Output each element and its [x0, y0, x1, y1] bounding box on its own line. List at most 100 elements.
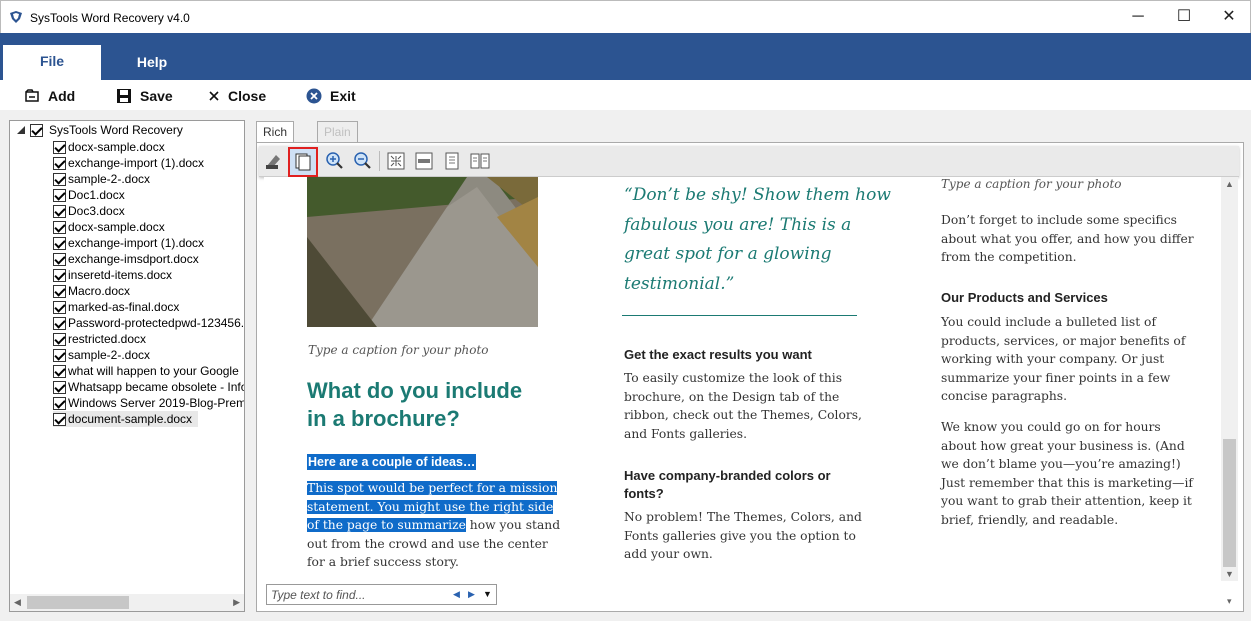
scroll-up-icon[interactable]: ▲ — [1225, 179, 1234, 189]
add-file-icon — [25, 89, 39, 102]
results-line2: brochure, on the Design tab of the — [624, 389, 840, 404]
ideas-heading: Here are a couple of ideas… — [307, 454, 477, 470]
page-view-icon — [295, 153, 311, 171]
tree-item-checkbox[interactable] — [53, 348, 66, 362]
tree-item[interactable]: Password-protectedpwd-123456.docx — [53, 315, 244, 331]
menu-bar: File Help — [0, 33, 1251, 80]
tree-item[interactable]: exchange-imsdport.docx — [53, 251, 199, 267]
tree-item-checkbox[interactable] — [53, 316, 66, 330]
tree-item-label: exchange-import (1).docx — [68, 156, 205, 170]
document-vertical-scrollbar[interactable]: ▲ ▼ — [1221, 177, 1238, 581]
tree-item-checkbox[interactable] — [53, 188, 66, 202]
minimize-button[interactable]: ─ — [1115, 1, 1161, 33]
tree-item-checkbox[interactable] — [53, 204, 66, 218]
quote-divider — [622, 315, 857, 316]
tree-item-checkbox[interactable] — [53, 156, 66, 170]
scroll-right-icon[interactable]: ▶ — [233, 597, 240, 608]
tree-item-checkbox[interactable] — [53, 236, 66, 250]
close-button[interactable]: Close — [208, 87, 266, 105]
tree-item[interactable]: inseretd-items.docx — [53, 267, 172, 283]
specifics-line2: about what you offer, and how you differ — [941, 231, 1194, 246]
tree-scroll-thumb[interactable] — [27, 596, 129, 609]
zoom-out-icon[interactable] — [353, 151, 373, 171]
scroll-down-icon[interactable]: ▼ — [1225, 569, 1234, 579]
close-window-button[interactable]: ✕ — [1206, 1, 1251, 33]
mission-paragraph: This spot would be perfect for a mission… — [307, 479, 560, 572]
quote-line3: great spot for a glowing — [624, 244, 832, 264]
tree-item-checkbox[interactable] — [53, 252, 66, 266]
tree-item-checkbox[interactable] — [53, 364, 66, 378]
tab-help[interactable]: Help — [102, 47, 202, 80]
tree-item[interactable]: Whatsapp became obsolete - Info — [53, 379, 244, 395]
tree-item-checkbox[interactable] — [53, 172, 66, 186]
tree-item-label: what will happen to your Google — [68, 364, 239, 378]
scroll-left-icon[interactable]: ◀ — [14, 597, 21, 608]
tree-item[interactable]: docx-sample.docx — [53, 139, 165, 155]
tree-item-label: document-sample.docx — [68, 412, 193, 426]
expand-icon[interactable]: ▾ — [1227, 596, 1232, 607]
products-line1: You could include a bulleted list of — [941, 315, 1157, 329]
tree-item[interactable]: sample-2-.docx — [53, 171, 150, 187]
great-line6: brief, friendly, and readable. — [941, 512, 1119, 527]
fit-page-icon[interactable] — [386, 151, 406, 171]
find-options-icon[interactable]: ▼ — [483, 589, 492, 599]
maximize-button[interactable]: ☐ — [1161, 1, 1207, 33]
tree-item-checkbox[interactable] — [53, 300, 66, 314]
single-page-button[interactable] — [288, 147, 318, 177]
document-scroll-thumb[interactable] — [1223, 439, 1236, 567]
tree-horizontal-scrollbar[interactable]: ◀ ▶ — [10, 594, 244, 611]
tree-item-label: sample-2-.docx — [68, 172, 151, 186]
tree-item[interactable]: exchange-import (1).docx — [53, 155, 204, 171]
testimonial-quote: “Don’t be shy! Show them how fabulous yo… — [624, 181, 891, 299]
tree-item-checkbox[interactable] — [53, 396, 66, 410]
zoom-in-icon[interactable] — [325, 151, 345, 171]
tree-item-checkbox[interactable] — [53, 380, 66, 394]
results-line1: To easily customize the look of this — [624, 371, 843, 385]
collapse-triangle-icon[interactable] — [16, 125, 26, 135]
tree-item[interactable]: Doc1.docx — [53, 187, 125, 203]
find-input[interactable]: Type text to find... — [271, 588, 366, 602]
save-button[interactable]: Save — [116, 87, 173, 105]
tree-item[interactable]: Macro.docx — [53, 283, 130, 299]
tree-item[interactable]: Windows Server 2019-Blog-Prem — [53, 395, 244, 411]
print-icon[interactable] — [264, 151, 284, 171]
add-label: Add — [48, 88, 76, 104]
tree-item[interactable]: sample-2-.docx — [53, 347, 150, 363]
colors-line1: No problem! The Themes, Colors, and — [624, 510, 862, 524]
great-line1: We know you could go on for hours — [941, 420, 1161, 434]
brochure-heading-line1: What do you include — [307, 378, 523, 403]
tree-root[interactable]: SysTools Word Recovery — [16, 122, 183, 138]
tab-rich-text[interactable]: Rich Text — [256, 121, 295, 160]
tree-item-checkbox[interactable] — [53, 284, 66, 298]
find-previous-icon[interactable]: ◀ — [453, 589, 460, 600]
tree-item[interactable]: docx-sample.docx — [53, 219, 165, 235]
tree-item-checkbox[interactable] — [53, 268, 66, 282]
one-page-icon[interactable] — [442, 151, 462, 171]
tree-item-checkbox[interactable] — [53, 412, 66, 426]
tree-item[interactable]: exchange-import (1).docx — [53, 235, 204, 251]
two-pages-icon[interactable] — [470, 151, 490, 171]
tab-file[interactable]: File — [3, 45, 101, 80]
tree-item[interactable]: Doc3.docx — [53, 203, 125, 219]
colors-heading-line1: Have company-branded colors or — [624, 468, 831, 483]
tree-item-label: inseretd-items.docx — [68, 268, 173, 282]
tab-plain-text[interactable]: Plain Text — [317, 121, 358, 160]
tree-root-checkbox[interactable] — [30, 123, 43, 137]
add-button[interactable]: Add — [24, 87, 75, 105]
tree-item[interactable]: what will happen to your Google — [53, 363, 239, 379]
products-heading: Our Products and Services — [941, 290, 1108, 305]
tree-item[interactable]: restricted.docx — [53, 331, 146, 347]
tree-item-checkbox[interactable] — [53, 332, 66, 346]
fit-width-icon[interactable] — [414, 151, 434, 171]
find-bar: Type text to find... ◀ ▶ ▼ — [266, 584, 497, 605]
great-line2: about how great your business is. (And — [941, 438, 1185, 453]
tree-item[interactable]: marked-as-final.docx — [53, 299, 179, 315]
tree-item-checkbox[interactable] — [53, 140, 66, 154]
brochure-heading-line2: in a brochure? — [307, 406, 460, 431]
tree-item-checkbox[interactable] — [53, 220, 66, 234]
find-next-icon[interactable]: ▶ — [468, 589, 475, 600]
products-line4: summarize your finer points in a few — [941, 370, 1171, 385]
specifics-line3: from the competition. — [941, 250, 1077, 264]
tree-item[interactable]: document-sample.docx — [53, 411, 199, 427]
exit-button[interactable]: Exit — [306, 87, 356, 105]
